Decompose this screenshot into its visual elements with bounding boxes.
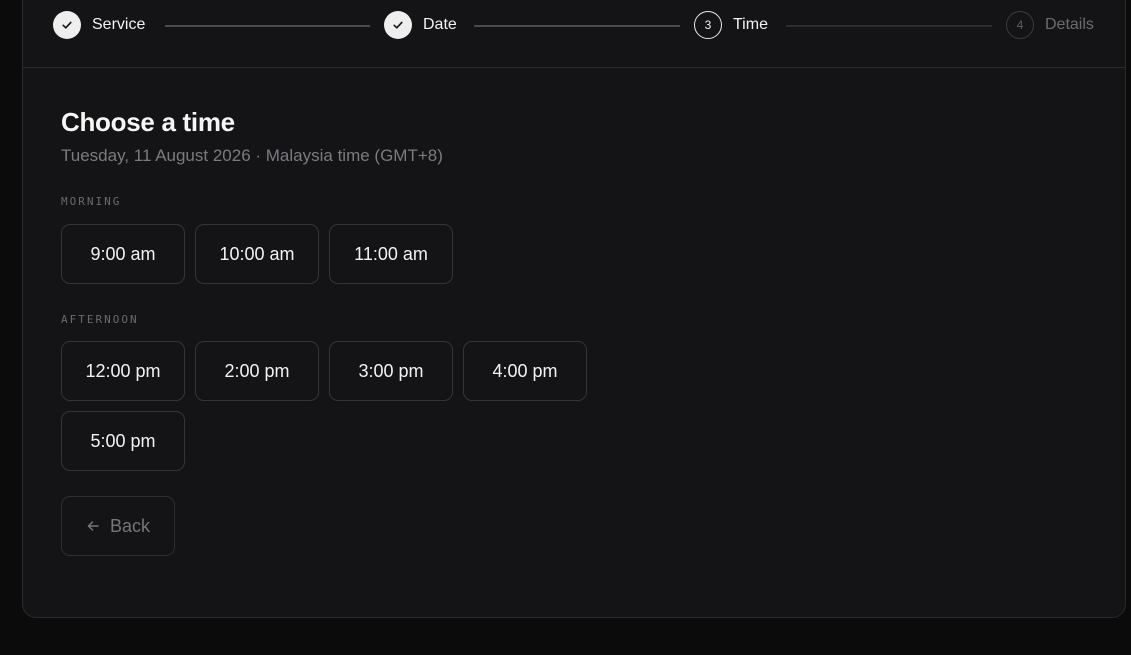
time-slot-3pm[interactable]: 3:00 pm [329,341,453,401]
morning-slots: 9:00 am 10:00 am 11:00 am [61,224,587,284]
date-subtitle: Tuesday, 11 August 2026 · Malaysia time … [61,146,443,165]
back-button-label: Back [109,515,151,536]
step-date-label: Date [423,16,457,33]
step-date[interactable]: Date [384,1,457,49]
step-connector-1 [165,25,370,27]
step-details: 4 Details [1006,1,1094,49]
step-service[interactable]: Service [53,1,145,49]
step-details-label: Details [1045,16,1094,33]
check-icon [62,21,72,29]
time-picker: Choose a time Tuesday, 11 August 2026 · … [61,107,587,556]
time-slot-10am[interactable]: 10:00 am [195,224,319,284]
stepper: Service Date 3 Time 4 Details [23,1,1125,68]
step-time-label: Time [733,16,768,33]
step-connector-3 [786,25,992,27]
time-slot-5pm[interactable]: 5:00 pm [61,411,185,471]
time-slot-9am[interactable]: 9:00 am [61,224,185,284]
back-button[interactable]: Back [61,496,175,556]
section-label-afternoon: AFTERNOON [61,313,139,326]
section-label-morning: MORNING [61,195,122,208]
step-service-circle [53,11,81,39]
time-slot-2pm[interactable]: 2:00 pm [195,341,319,401]
step-service-label: Service [92,16,146,33]
step-date-circle [384,11,412,39]
page-title: Choose a time [61,107,235,137]
booking-card: Service Date 3 Time 4 Details Choose a t… [22,0,1126,618]
check-icon [393,21,403,29]
step-details-circle: 4 [1006,11,1034,39]
arrow-left-icon [87,521,99,531]
afternoon-slots: 12:00 pm 2:00 pm 3:00 pm 4:00 pm 5:00 pm [61,341,587,471]
step-time: 3 Time [694,1,768,49]
step-time-circle: 3 [694,11,722,39]
time-slot-12pm[interactable]: 12:00 pm [61,341,185,401]
step-connector-2 [474,25,680,27]
time-slot-4pm[interactable]: 4:00 pm [463,341,587,401]
time-slot-11am[interactable]: 11:00 am [329,224,453,284]
